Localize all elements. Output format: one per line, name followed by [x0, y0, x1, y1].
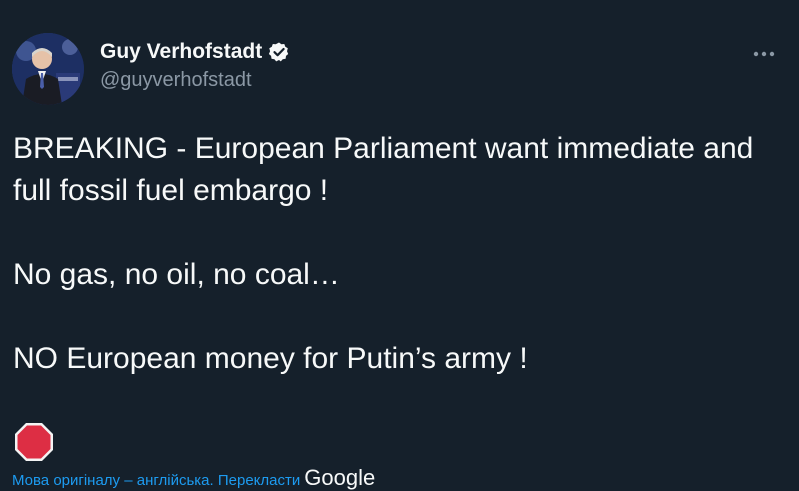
- translate-row: Мова оригіналу – англійська. Перекласти …: [12, 465, 375, 490]
- name-row: Guy Verhofstadt: [100, 39, 290, 65]
- avatar[interactable]: [12, 33, 84, 105]
- stop-sign-icon: [13, 421, 55, 463]
- more-horizontal-icon: [753, 51, 775, 57]
- tweet-header: Guy Verhofstadt @guyverhofstadt: [12, 33, 787, 105]
- avatar-photo-icon: [12, 33, 84, 105]
- verified-badge-icon: [268, 41, 290, 63]
- tweet: Guy Verhofstadt @guyverhofstadt BREAKING…: [0, 0, 799, 490]
- author-display-name[interactable]: Guy Verhofstadt: [100, 40, 262, 64]
- google-provider-label: Google: [304, 465, 376, 490]
- tweet-line: BREAKING - European Parliament want imme…: [13, 132, 754, 207]
- tweet-text: BREAKING - European Parliament want imme…: [13, 128, 793, 380]
- translate-link[interactable]: Мова оригіналу – англійська. Перекласти: [12, 472, 300, 489]
- author-handle[interactable]: @guyverhofstadt: [100, 69, 290, 92]
- author-names: Guy Verhofstadt @guyverhofstadt: [100, 39, 290, 92]
- more-options-button[interactable]: [747, 37, 781, 71]
- tweet-line: NO European money for Putin’s army !: [13, 342, 528, 375]
- tweet-line: No gas, no oil, no coal…: [13, 258, 340, 291]
